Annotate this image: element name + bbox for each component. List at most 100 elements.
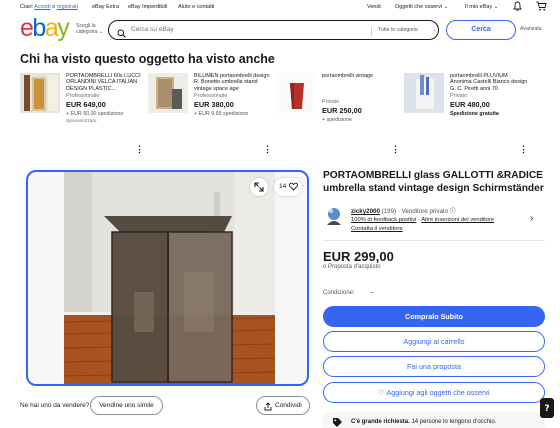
- chevron-down-icon: ⌄: [443, 4, 449, 10]
- item-condition: Professionale: [66, 93, 100, 99]
- share-label: Condividi: [275, 402, 302, 409]
- item-name[interactable]: portaombrelli PLUVIUM Anonima Castelli B…: [450, 73, 530, 92]
- condition-label: Condizione:: [323, 290, 355, 296]
- demand-alert: C'è grande richiesta. 14 persone lo teng…: [323, 412, 545, 428]
- category-select[interactable]: Tutte le categorie ⌄: [371, 27, 437, 36]
- demand-detail: 14 persone lo tengono d'occhio.: [411, 419, 497, 425]
- seller-info[interactable]: zicky2000 (199) · Venditore privato ⓘ: [351, 206, 456, 215]
- listing-title: PORTAOMBRELLI glass GALLOTTI &RADICE umb…: [323, 170, 544, 194]
- top-bar: Ciao! Accedi o registrati eBay Extra eBa…: [0, 0, 560, 14]
- info-icon[interactable]: ⓘ: [450, 208, 456, 215]
- add-to-watchlist-label: Aggiungi agli oggetti che osservi: [386, 388, 490, 397]
- or-label: o: [52, 4, 56, 10]
- shop-by-category[interactable]: Scegli la categoria ⌄: [76, 23, 106, 35]
- item-name[interactable]: PORTAOMBRELLI 60s LUCCI ORLANDINI VELCA …: [66, 73, 146, 92]
- logo-letter-y: y: [57, 14, 70, 42]
- item-name[interactable]: BILUMEN portaombrelli design R. Bonetto …: [194, 73, 274, 92]
- sponsored-label: Sponsorizzato: [66, 119, 97, 124]
- item-thumbnail[interactable]: [276, 73, 316, 113]
- item-price: EUR 380,00: [194, 100, 234, 109]
- more-options-icon[interactable]: ⋮: [263, 144, 272, 155]
- seller-name[interactable]: zicky2000: [351, 208, 380, 215]
- similar-item-card[interactable]: PORTAOMBRELLI 60s LUCCI ORLANDINI VELCA …: [20, 73, 145, 145]
- search-button[interactable]: Cerca: [446, 20, 516, 40]
- seller-type: · Venditore privato: [397, 208, 449, 215]
- watchlist-link[interactable]: Oggetti che osservi ⌄: [395, 4, 448, 10]
- sell-similar-button[interactable]: Vendine uno simile: [90, 396, 163, 415]
- cart-icon[interactable]: [536, 1, 547, 13]
- share-button[interactable]: Condividi: [256, 396, 310, 415]
- add-to-watchlist-button[interactable]: ♡ Aggiungi agli oggetti che osservi: [323, 382, 545, 403]
- heart-icon: ♡: [378, 388, 385, 397]
- search-icon: [117, 25, 126, 43]
- help-link[interactable]: Aiuto e contatti: [178, 4, 214, 10]
- divider: [323, 240, 545, 241]
- search-input[interactable]: Cerca su eBay: [131, 26, 174, 33]
- item-thumbnail[interactable]: [148, 73, 188, 113]
- expand-image-button[interactable]: [250, 178, 268, 196]
- seller-links: 100% di feedback positivi · Altre inserz…: [351, 217, 495, 223]
- login-link[interactable]: Accedi: [34, 4, 51, 10]
- add-to-cart-button[interactable]: Aggiungi al carrello: [323, 331, 545, 352]
- tag-icon: [332, 417, 343, 428]
- greeting-text: Ciao! Accedi o registrati: [20, 4, 78, 10]
- make-offer-button[interactable]: Fai una proposta: [323, 356, 545, 377]
- seller-feedback-count: (199): [381, 208, 397, 215]
- demand-text: C'è grande richiesta. 14 persone lo teng…: [351, 419, 496, 425]
- sell-question: Ne hai uno da vendere?: [20, 402, 90, 409]
- feedback-link[interactable]: 100% di feedback positivi: [351, 217, 416, 223]
- logo-letter-a: a: [44, 14, 59, 42]
- advanced-search-link[interactable]: Avanzata: [520, 26, 542, 32]
- watch-count: 14: [279, 183, 287, 190]
- search-bar[interactable]: Cerca su eBay Tutte le categorie ⌄: [108, 20, 439, 40]
- item-condition: Privato: [322, 99, 340, 106]
- similar-item-card[interactable]: portaombrelli PLUVIUM Anonima Castelli B…: [404, 73, 529, 145]
- share-icon: [264, 401, 272, 418]
- item-price: EUR 250,00: [322, 106, 362, 116]
- logo-letter-e: e: [20, 14, 34, 42]
- watch-button[interactable]: 14: [274, 178, 302, 196]
- site-feedback-button[interactable]: ?: [540, 398, 554, 418]
- chevron-down-icon: ⌄: [432, 27, 437, 33]
- image-gallery[interactable]: [26, 170, 309, 386]
- shop-by-line2-label: categoria: [76, 29, 98, 35]
- item-thumbnail[interactable]: [20, 73, 60, 113]
- item-price: EUR 480,00: [450, 100, 490, 109]
- item-condition: Privato: [450, 93, 468, 99]
- more-options-icon[interactable]: ⋮: [135, 144, 144, 155]
- item-price: EUR 299,00: [323, 249, 394, 264]
- seller-avatar[interactable]: [323, 205, 345, 227]
- ebay-extra-link[interactable]: eBay Extra: [92, 4, 119, 10]
- chevron-down-icon: ⌄: [493, 4, 499, 10]
- sell-link[interactable]: Vendi: [367, 4, 381, 10]
- buy-now-button[interactable]: Compralo Subito: [323, 306, 545, 327]
- unmissable-link[interactable]: eBay Imperdibili: [128, 4, 167, 10]
- contact-seller-row: Contatta il venditore: [351, 226, 403, 232]
- category-select-label: Tutte le categorie: [378, 27, 418, 33]
- my-ebay-link[interactable]: Il mio eBay ⌄: [465, 4, 498, 10]
- demand-bold: C'è grande richiesta.: [351, 419, 410, 425]
- my-ebay-label: Il mio eBay: [465, 4, 493, 10]
- ebay-logo[interactable]: ebay: [20, 14, 72, 42]
- register-link[interactable]: registrati: [57, 4, 78, 10]
- condition-value: --: [370, 290, 374, 296]
- item-condition: Professionale: [194, 93, 228, 99]
- chevron-down-icon: ⌄: [98, 29, 104, 35]
- svg-text:?: ?: [544, 404, 549, 414]
- more-options-icon[interactable]: ⋮: [519, 144, 528, 155]
- other-items-link[interactable]: Altre inserzioni del venditore: [421, 217, 494, 223]
- more-options-icon[interactable]: ⋮: [391, 144, 400, 155]
- item-price: EUR 649,00: [66, 100, 106, 109]
- contact-seller-link[interactable]: Contatta il venditore: [351, 226, 403, 232]
- similar-item-card[interactable]: BILUMEN portaombrelli design R. Bonetto …: [148, 73, 273, 145]
- item-shipping: + EUR 50,00 spedizione: [66, 111, 124, 117]
- chevron-right-icon[interactable]: ›: [530, 213, 533, 224]
- similar-item-card[interactable]: portaombrelli vintage Privato EUR 250,00…: [276, 73, 401, 145]
- item-name[interactable]: portaombrelli vintage: [322, 73, 402, 79]
- item-thumbnail[interactable]: [404, 73, 444, 113]
- heart-icon: [289, 182, 298, 193]
- bell-icon[interactable]: [513, 1, 522, 13]
- main-product-image[interactable]: [64, 172, 275, 384]
- similar-items-title: Chi ha visto questo oggetto ha visto anc…: [20, 52, 275, 66]
- greeting-label: Ciao!: [20, 4, 33, 10]
